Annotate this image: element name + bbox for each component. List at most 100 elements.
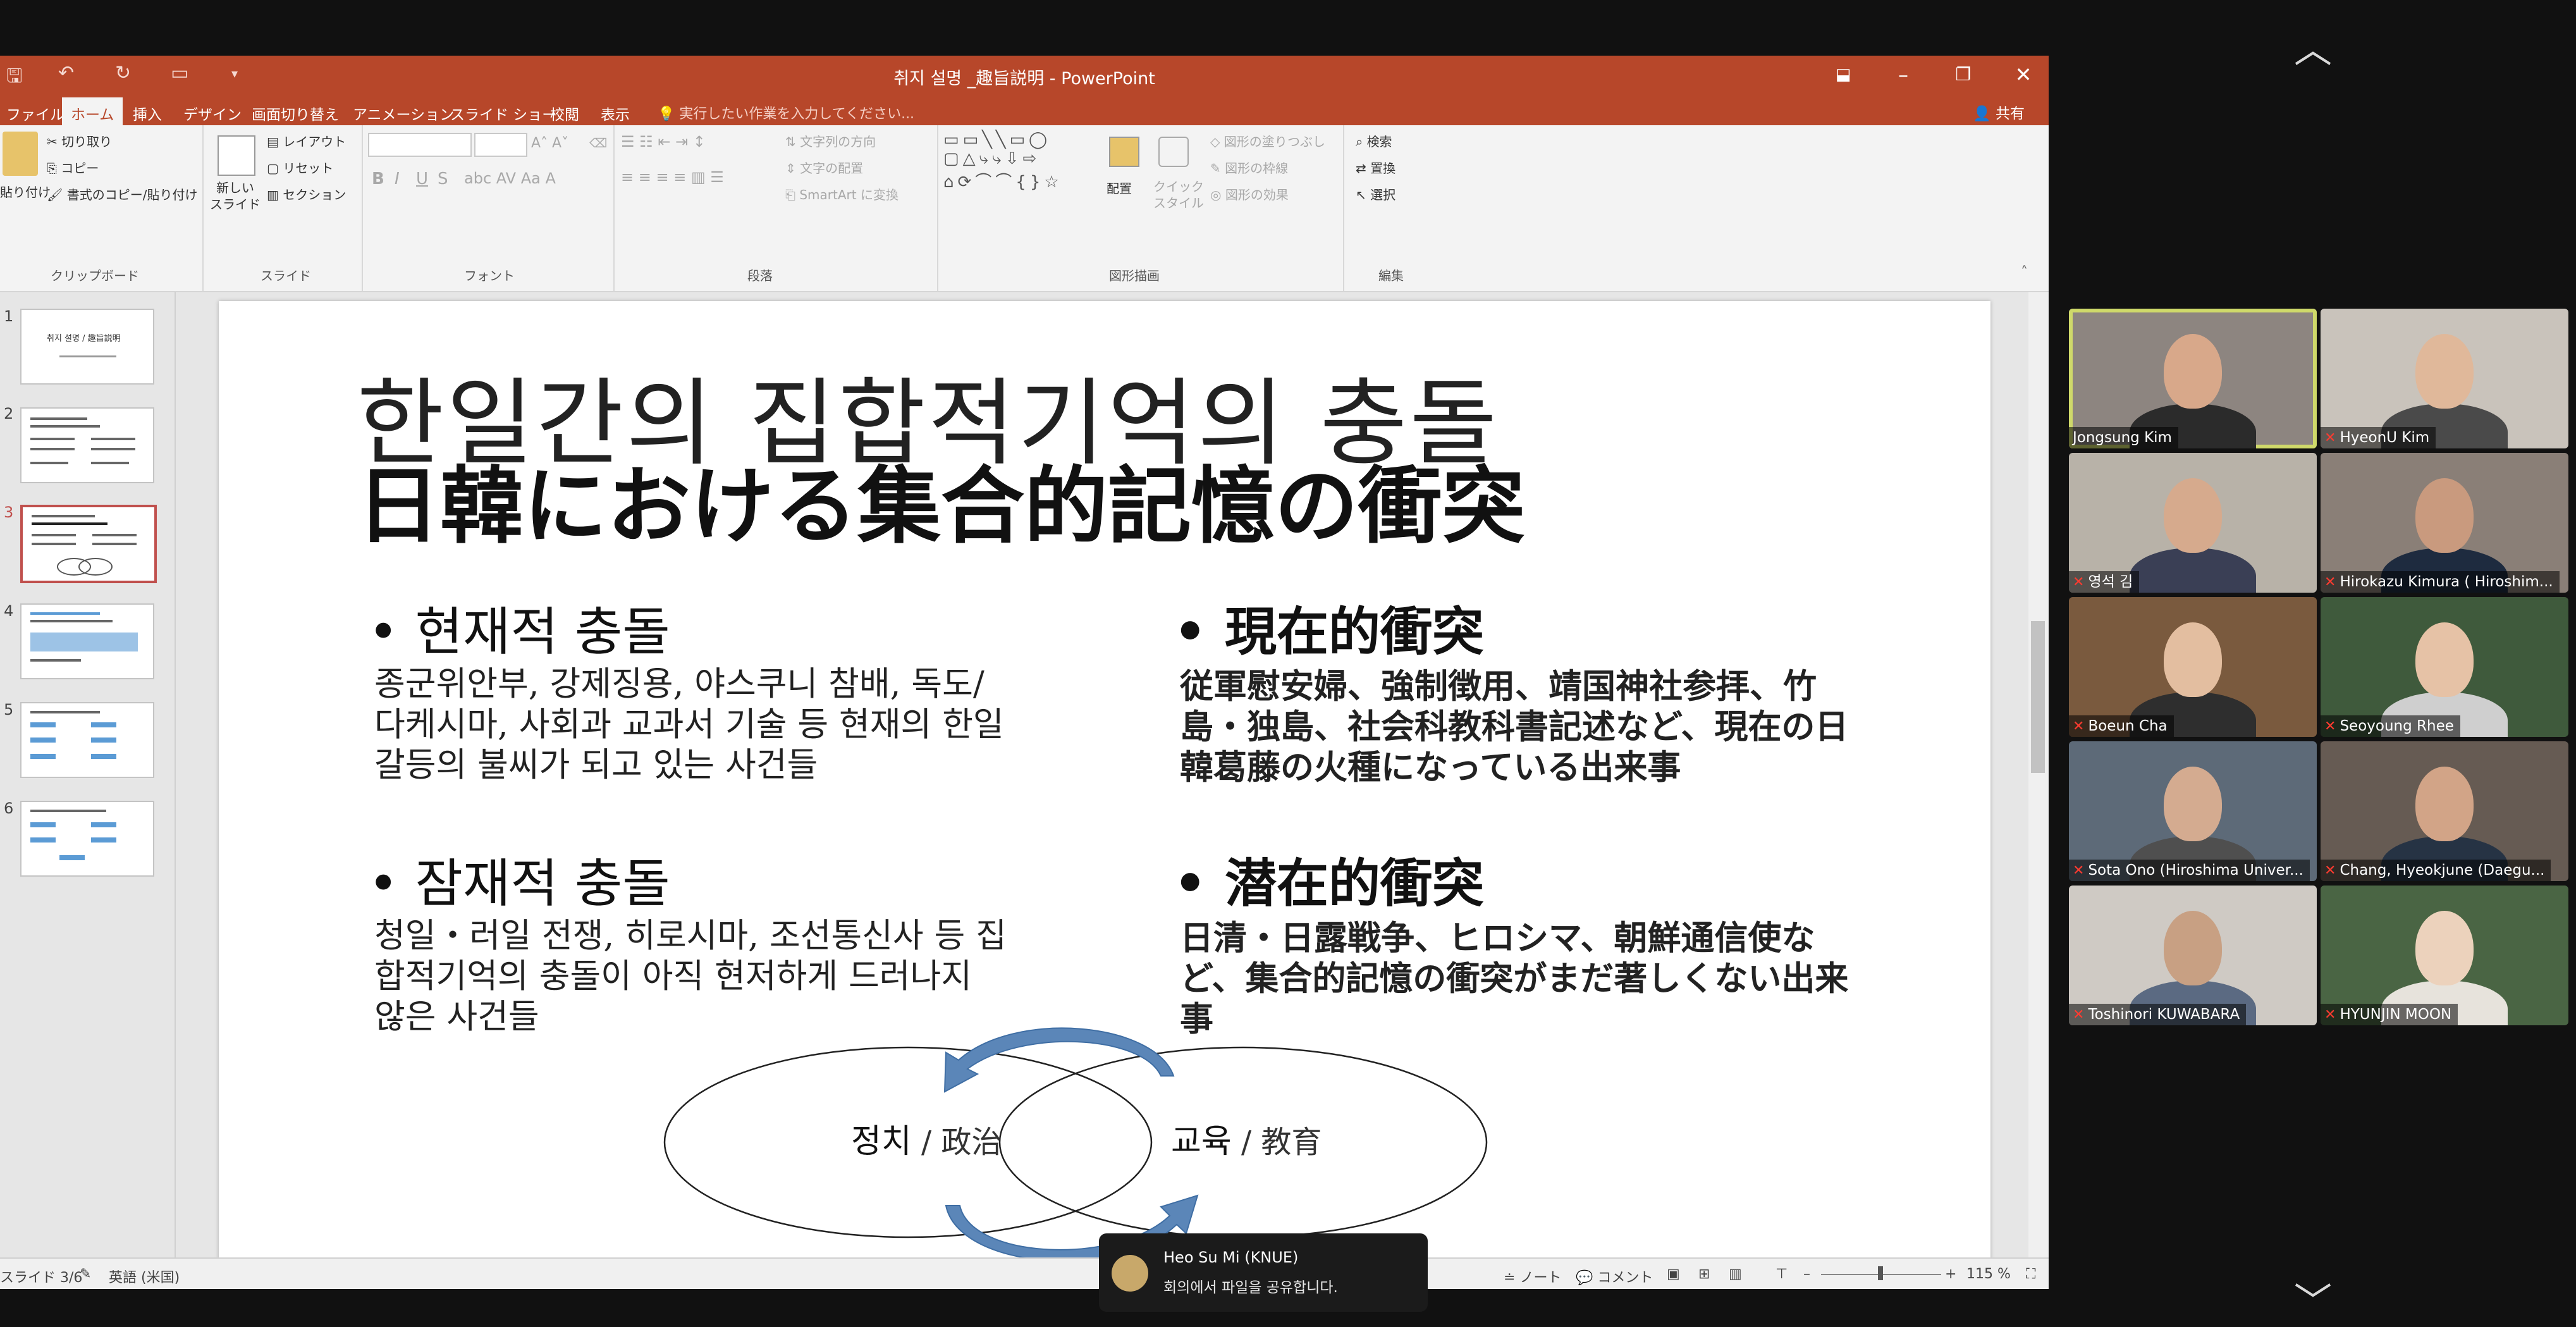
find-button[interactable]: ⌕ 検索	[1356, 132, 1392, 150]
slide-thumbnail-2[interactable]	[20, 407, 154, 483]
zoom-level[interactable]: 115 %	[1966, 1266, 2011, 1282]
spacing-icon[interactable]: abc AV Aa A	[464, 170, 556, 187]
language-indicator[interactable]: 英語 (米国)	[109, 1266, 180, 1287]
zoom-in-button[interactable]: +	[1945, 1266, 1956, 1282]
reset-button[interactable]: ▢ リセット	[267, 158, 333, 176]
paste-button[interactable]: 貼り付け	[0, 182, 51, 201]
tab-transitions[interactable]: 画面切り替え	[245, 100, 345, 127]
participant-tile[interactable]: ✕ HYUNJIN MOON	[2321, 886, 2568, 1025]
new-slide-button[interactable]: 新しい スライド	[210, 180, 261, 213]
vertical-scrollbar[interactable]	[2028, 292, 2049, 1289]
muted-mic-icon: ✕	[2324, 1007, 2336, 1023]
ribbon-display-icon[interactable]: ⬓	[1821, 61, 1865, 89]
muted-mic-icon: ✕	[2073, 1007, 2085, 1023]
align-text-button[interactable]: ⇕ 文字の配置	[785, 158, 863, 176]
smartart-button[interactable]: ⎗ SmartArt に変換	[785, 185, 899, 203]
share-notification[interactable]: Heo Su Mi (KNUE) 회의에서 파일을 공유합니다.	[1099, 1233, 1428, 1312]
quick-styles-button[interactable]: クイック スタイル	[1153, 178, 1204, 211]
bold-button[interactable]: B	[372, 170, 384, 188]
shape-effects-button[interactable]: ◎ 図形の効果	[1210, 185, 1289, 203]
clipboard-group: 貼り付け ✂ 切り取り ⎘ コピー 🖌 書式のコピー/貼り付け クリップボード	[0, 125, 204, 291]
powerpoint-window: 🖫 ↶ ↻ ▭ ▾ 취지 설명 _趣旨説明 - PowerPoint ⬓ – ❐…	[0, 56, 2049, 1289]
participant-name: ✕ Chang, Hyeokjune (Daegu...	[2321, 860, 2551, 881]
zoom-slider-thumb[interactable]	[1878, 1266, 1883, 1280]
slide-thumbnail-3[interactable]	[20, 505, 157, 583]
effects-icon: ◎	[1210, 187, 1225, 202]
slideshow-icon[interactable]: ⊤	[1776, 1266, 1788, 1282]
participant-name-text: HyeonU Kim	[2340, 429, 2430, 446]
quick-styles-icon[interactable]	[1158, 137, 1189, 167]
cut-button[interactable]: ✂ 切り取り	[47, 132, 112, 150]
lightbulb-icon: 💡	[658, 106, 680, 122]
bullet-text-current-ko: 종군위안부, 강제징용, 야스쿠니 참배, 독도/다케시마, 사회과 교과서 기…	[374, 665, 1004, 784]
participant-tile[interactable]: ✕ HyeonU Kim	[2321, 309, 2568, 448]
collapse-ribbon-icon[interactable]: ˄	[2021, 264, 2028, 280]
participant-tile[interactable]: ✕ Chang, Hyeokjune (Daegu...	[2321, 741, 2568, 881]
slide-thumbnail-1[interactable]: 취지 설명 / 趣旨説明	[20, 309, 154, 385]
layout-button[interactable]: ▤ レイアウト	[267, 132, 346, 150]
spellcheck-icon[interactable]: ✎	[80, 1266, 91, 1282]
share-button[interactable]: 👤 共有	[1973, 101, 2025, 123]
tab-review[interactable]: 校閲	[544, 100, 586, 127]
section-button[interactable]: ▥ セクション	[267, 185, 346, 203]
participant-tile[interactable]: ✕ Sota Ono (Hiroshima Univer...	[2069, 741, 2317, 881]
participant-tile[interactable]: ✕ Hirokazu Kimura ( Hiroshim...	[2321, 453, 2568, 593]
slide-canvas[interactable]: 한일간의 집합적기억의 충돌 日韓における集合的記憶の衝突 • 현재적 충돌 종…	[219, 301, 1990, 1289]
participant-name: ✕ Seoyoung Rhee	[2321, 715, 2460, 737]
restore-icon[interactable]: ❐	[1941, 61, 1985, 89]
shape-fill-button[interactable]: ◇ 図形の塗りつぶし	[1210, 132, 1325, 150]
tab-home[interactable]: ホーム	[62, 97, 123, 129]
align-icons[interactable]: ≡ ≡ ≡ ≡ ▥ ☰	[621, 168, 724, 186]
shadow-button[interactable]: S	[438, 170, 448, 188]
replace-button[interactable]: ⇄ 置換	[1356, 158, 1395, 176]
select-button[interactable]: ↖ 選択	[1356, 185, 1395, 203]
participant-tile[interactable]: ✕ Seoyoung Rhee	[2321, 597, 2568, 737]
fit-to-window-icon[interactable]: ⛶	[2026, 1266, 2035, 1282]
copy-button[interactable]: ⎘ コピー	[47, 158, 99, 176]
close-icon[interactable]: ✕	[2001, 61, 2045, 89]
normal-view-icon[interactable]: ▣	[1667, 1266, 1680, 1282]
minimize-icon[interactable]: –	[1881, 61, 1925, 89]
notes-button[interactable]: ≐ ノート	[1504, 1266, 1561, 1287]
tab-design[interactable]: デザイン	[177, 100, 248, 127]
grow-font-icon[interactable]: A˄ A˅	[531, 135, 568, 151]
bullets-icon[interactable]: ☰ ☷ ⇤ ⇥ ↕	[621, 133, 706, 151]
outline-icon: ✎	[1210, 161, 1225, 176]
participant-face	[2164, 334, 2222, 409]
reading-view-icon[interactable]: ▥	[1729, 1266, 1742, 1282]
paste-icon[interactable]	[3, 132, 38, 176]
font-name-field[interactable]	[368, 133, 472, 157]
participant-tile[interactable]: ✕ Boeun Cha	[2069, 597, 2317, 737]
format-painter-button[interactable]: 🖌 書式のコピー/貼り付け	[47, 185, 198, 203]
cycle-arrow-top	[943, 1027, 1175, 1093]
arrange-icon[interactable]	[1109, 137, 1139, 167]
clear-format-icon[interactable]: ⌫	[589, 135, 607, 151]
participant-tile[interactable]: Jongsung Kim	[2069, 309, 2317, 448]
slide-sorter-icon[interactable]: ⊞	[1698, 1266, 1710, 1282]
underline-button[interactable]: U	[416, 170, 428, 188]
italic-button[interactable]: I	[395, 170, 400, 188]
comments-button[interactable]: 💬 コメント	[1576, 1266, 1653, 1287]
tell-me-box[interactable]: 💡 実行したい作業を入力してください...	[658, 102, 914, 123]
shape-outline-button[interactable]: ✎ 図形の枠線	[1210, 158, 1288, 176]
new-slide-icon[interactable]	[218, 135, 255, 176]
zoom-out-button[interactable]: –	[1803, 1266, 1810, 1282]
tab-insert[interactable]: 挿入	[126, 100, 168, 127]
arrange-button[interactable]: 配置	[1107, 178, 1132, 197]
participant-tile[interactable]: ✕ 영석 김	[2069, 453, 2317, 593]
gallery-down-arrow[interactable]: ﹀	[2294, 1271, 2332, 1326]
participant-face	[2164, 478, 2222, 553]
text-direction-button[interactable]: ⇅ 文字列の方向	[785, 132, 876, 150]
participant-tile[interactable]: ✕ Toshinori KUWABARA	[2069, 886, 2317, 1025]
shapes-gallery[interactable]: ▭▭╲╲▭◯ ▢△⤷⤷⇩⇨ ⌂⟳⌒⌒{}☆	[943, 130, 1063, 192]
scroll-thumb[interactable]	[2031, 621, 2045, 773]
tab-view[interactable]: 表示	[594, 100, 636, 127]
slide-thumbnail-4[interactable]	[20, 603, 154, 679]
slide-thumbnail-6[interactable]	[20, 801, 154, 877]
slide-thumbnail-5[interactable]	[20, 702, 154, 778]
gallery-up-arrow[interactable]: ︿	[2294, 19, 2332, 74]
align-text-label: 文字の配置	[800, 161, 864, 176]
smartart-label: SmartArt に変換	[799, 187, 899, 202]
tab-file[interactable]: ファイル	[0, 100, 71, 127]
font-size-field[interactable]	[474, 133, 527, 157]
